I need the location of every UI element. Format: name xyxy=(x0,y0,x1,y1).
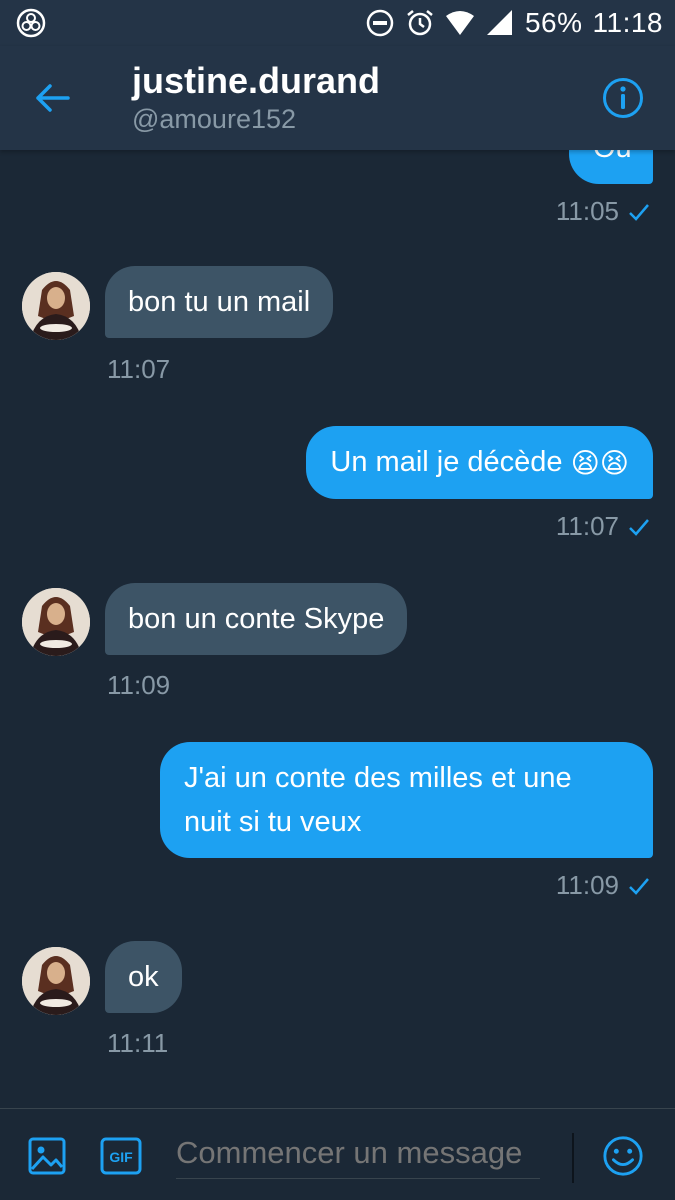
sent-check-icon xyxy=(629,203,649,221)
conversation-header: justine.durand @amoure152 xyxy=(0,46,675,150)
timestamp-text: 11:09 xyxy=(555,870,619,900)
smiley-icon xyxy=(603,1136,643,1176)
message-text: bon tu un mail xyxy=(128,286,311,318)
app-notification-icon xyxy=(16,8,46,38)
timestamp-text: 11:07 xyxy=(555,511,619,541)
info-button[interactable] xyxy=(601,76,645,120)
message-bubble-incoming[interactable]: ok xyxy=(105,941,182,1013)
do-not-disturb-icon xyxy=(366,9,394,37)
message-text: ok xyxy=(128,961,159,993)
tired-face-emoji: 😫😫 xyxy=(570,447,629,479)
message-text: Un mail je décède xyxy=(330,446,563,478)
add-gif-button[interactable]: GIF xyxy=(100,1135,142,1177)
arrow-left-icon xyxy=(36,84,70,112)
info-icon xyxy=(603,78,643,118)
contact-handle[interactable]: @amoure152 xyxy=(132,104,296,135)
timestamp-text: 11:05 xyxy=(555,196,619,226)
status-bar: 56% 11:18 xyxy=(0,0,675,46)
wifi-icon xyxy=(445,11,474,35)
status-icons: 56% 11:18 xyxy=(365,6,663,40)
message-composer: GIF xyxy=(0,1108,675,1200)
message-bubble-outgoing[interactable]: J'ai un conte des milles et une nuit si … xyxy=(160,742,653,858)
message-timestamp: 11:09 xyxy=(556,870,651,901)
message-text: bon un conte Skype xyxy=(128,603,385,635)
message-bubble-outgoing[interactable]: Ou xyxy=(569,150,653,184)
clock: 11:18 xyxy=(592,7,663,38)
signal-icon xyxy=(486,10,512,35)
avatar-image xyxy=(22,588,90,656)
avatar-image xyxy=(22,272,90,340)
message-timestamp: 11:07 xyxy=(556,511,651,542)
message-timestamp: 11:07 xyxy=(107,354,171,384)
message-list[interactable]: Ou 11:05 bon tu un mail 11:07 Un mail je… xyxy=(0,150,675,1108)
add-photo-button[interactable] xyxy=(26,1135,68,1177)
message-bubble-outgoing[interactable]: Un mail je décède 😫😫 xyxy=(306,426,653,500)
alarm-icon xyxy=(407,10,433,36)
gif-label: GIF xyxy=(109,1149,133,1165)
message-text: Ou xyxy=(593,150,632,164)
message-text-line-2: nuit si tu veux xyxy=(184,806,362,838)
emoji-button[interactable] xyxy=(602,1135,644,1177)
composer-divider xyxy=(572,1133,574,1183)
message-timestamp: 11:05 xyxy=(556,196,651,227)
message-bubble-incoming[interactable]: bon un conte Skype xyxy=(105,583,408,655)
contact-avatar[interactable] xyxy=(22,588,90,656)
battery-percent: 56% xyxy=(524,7,583,38)
image-icon xyxy=(28,1137,66,1175)
contact-avatar[interactable] xyxy=(22,947,90,1015)
contact-name[interactable]: justine.durand xyxy=(132,60,380,102)
message-text-line-1: J'ai un conte des milles et une xyxy=(184,762,572,794)
message-input[interactable] xyxy=(176,1127,540,1179)
message-timestamp: 11:11 xyxy=(107,1028,169,1058)
avatar-image xyxy=(22,947,90,1015)
sent-check-icon xyxy=(629,877,649,895)
gif-icon: GIF xyxy=(100,1137,142,1175)
message-bubble-incoming[interactable]: bon tu un mail xyxy=(105,266,334,338)
sent-check-icon xyxy=(629,518,649,536)
message-timestamp: 11:09 xyxy=(107,670,171,700)
back-button[interactable] xyxy=(26,74,78,122)
contact-avatar[interactable] xyxy=(22,272,90,340)
